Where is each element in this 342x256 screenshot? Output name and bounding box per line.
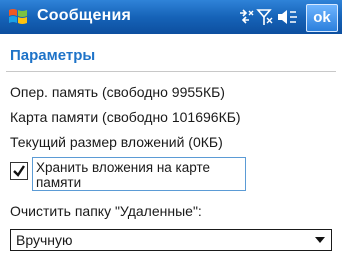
chevron-down-icon[interactable] — [315, 237, 325, 244]
title-bar: Сообщения ok — [0, 0, 342, 34]
dropdown-value: Вручную — [16, 232, 73, 248]
status-icons[interactable] — [236, 4, 300, 30]
card-info: Карта памяти (свободно 101696КБ) — [10, 109, 241, 125]
signal-off-icon — [256, 9, 273, 25]
attachments-info: Текущий размер вложений (0КБ) — [10, 134, 223, 150]
windows-start-icon[interactable] — [6, 5, 30, 29]
empty-deleted-label: Очистить папку "Удаленные": — [10, 203, 202, 219]
empty-deleted-dropdown[interactable]: Вручную — [10, 229, 332, 251]
section-title: Параметры — [10, 47, 96, 64]
ok-button[interactable]: ok — [306, 4, 338, 32]
checkmark-icon — [13, 165, 25, 177]
window-title: Сообщения — [37, 7, 132, 24]
store-on-card-checkbox[interactable] — [10, 162, 28, 180]
section-divider — [6, 71, 336, 72]
memory-info: Опер. память (свободно 9955КБ) — [10, 84, 225, 100]
store-on-card-label[interactable]: Хранить вложения на карте памяти — [32, 157, 246, 191]
volume-muted-icon — [278, 10, 297, 24]
connectivity-icon — [240, 9, 254, 24]
